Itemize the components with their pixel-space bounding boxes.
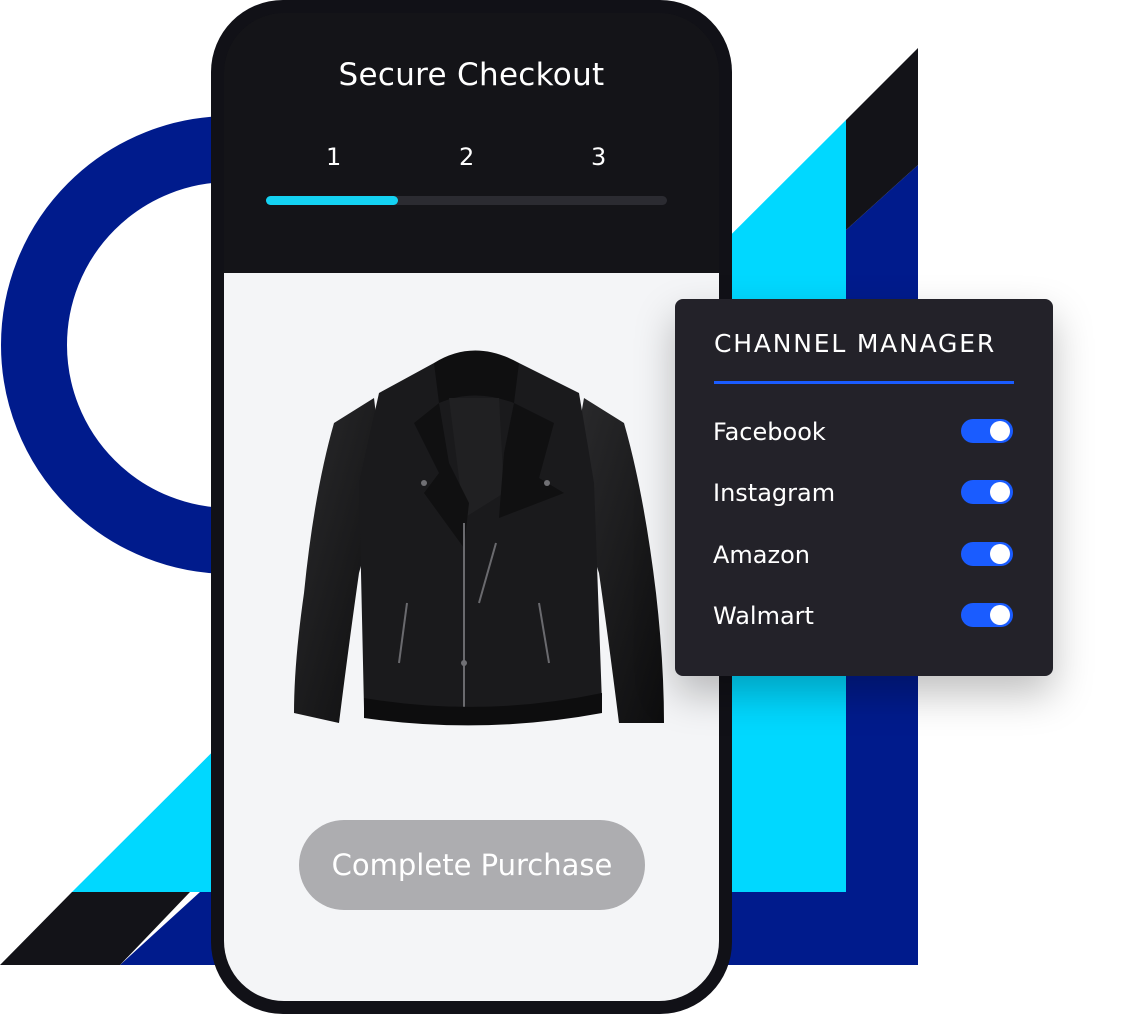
channel-row-walmart: Walmart (713, 597, 1015, 637)
checkout-header: Secure Checkout 1 2 3 (224, 13, 719, 273)
progress-bar (266, 196, 667, 205)
channel-label: Amazon (713, 541, 810, 569)
channel-row-facebook: Facebook (713, 413, 1015, 453)
product-area: Complete Purchase (224, 273, 719, 1001)
step-3: 3 (591, 143, 607, 171)
toggle-knob (990, 421, 1010, 441)
toggle-knob (990, 544, 1010, 564)
phone-frame: Secure Checkout 1 2 3 Complete Purchase (211, 0, 732, 1014)
page-title: Secure Checkout (338, 57, 605, 93)
facebook-toggle[interactable] (961, 419, 1013, 443)
channel-manager-panel: CHANNEL MANAGER Facebook Instagram Amazo… (675, 299, 1053, 676)
complete-purchase-button[interactable]: Complete Purchase (299, 820, 645, 910)
walmart-toggle[interactable] (961, 603, 1013, 627)
product-image (294, 350, 664, 726)
channel-row-amazon: Amazon (713, 536, 1015, 576)
channel-row-instagram: Instagram (713, 474, 1015, 514)
channel-label: Instagram (713, 479, 836, 507)
toggle-knob (990, 482, 1010, 502)
phone-screen: Secure Checkout 1 2 3 Complete Purchase (224, 13, 719, 1001)
panel-divider (714, 381, 1014, 384)
channel-label: Walmart (713, 602, 814, 630)
amazon-toggle[interactable] (961, 542, 1013, 566)
step-2: 2 (459, 143, 475, 171)
channel-label: Facebook (713, 418, 826, 446)
panel-title: CHANNEL MANAGER (713, 329, 996, 358)
instagram-toggle[interactable] (961, 480, 1013, 504)
progress-fill (266, 196, 399, 205)
step-1: 1 (326, 143, 342, 171)
toggle-knob (990, 605, 1010, 625)
